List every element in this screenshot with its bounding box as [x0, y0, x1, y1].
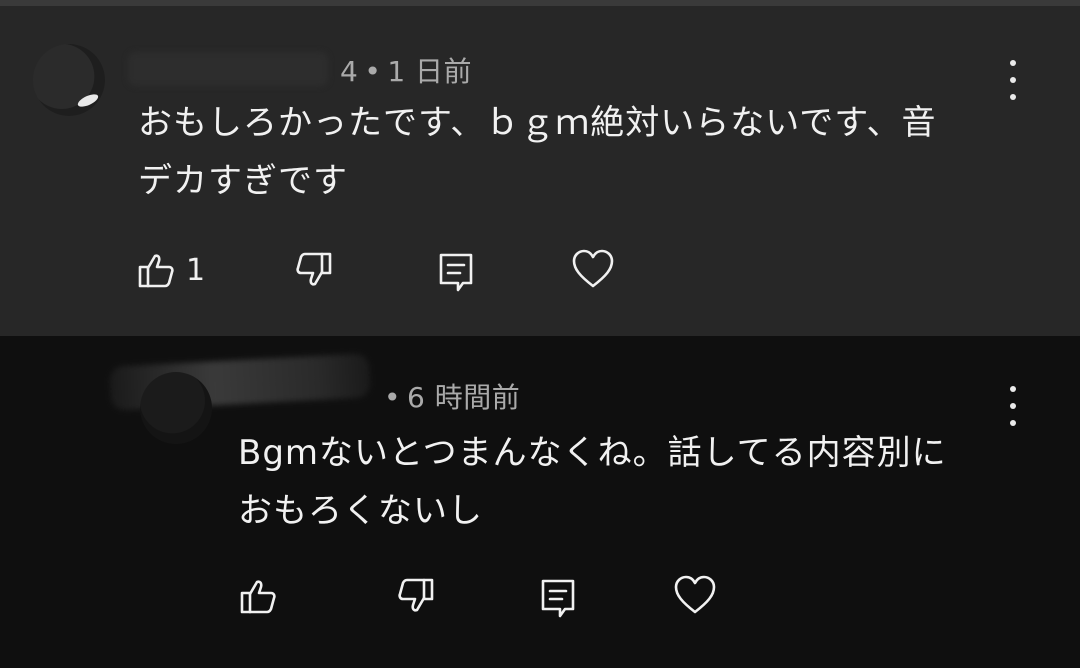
comment-text-line: おもしろかったです、ｂｇｍ絶対いらないです、音 — [138, 103, 937, 143]
thumbs-down-icon — [296, 252, 332, 286]
comment-text-line: おもろくないし — [238, 491, 483, 531]
comment-item: 4 • 1 日前 おもしろかったです、ｂｇｍ絶対いらないです、音 デカすぎです 1 — [0, 6, 1080, 336]
reply-button[interactable] — [538, 576, 578, 620]
more-vert-icon[interactable] — [1001, 60, 1025, 100]
blurred-username — [128, 52, 328, 86]
avatar[interactable] — [33, 44, 105, 116]
comment-meta: • 6 時間前 — [378, 376, 520, 416]
dislike-button[interactable] — [396, 576, 436, 616]
heart-icon — [572, 249, 614, 288]
like-button[interactable] — [238, 576, 278, 616]
thumbs-up-icon — [138, 254, 174, 288]
separator-dot: • — [364, 55, 382, 88]
comment-meta: 4 • 1 日前 — [340, 50, 472, 90]
heart-icon — [674, 575, 716, 614]
separator-dot: • — [384, 381, 402, 414]
like-count: 1 — [186, 252, 206, 288]
like-button[interactable]: 1 — [136, 250, 205, 290]
thumbs-down-icon — [398, 578, 434, 612]
comment-text: Bgmないとつまんなくね。話してる内容別に おもろくないし — [238, 424, 1038, 540]
more-vert-icon[interactable] — [1001, 386, 1025, 426]
reply-button[interactable] — [436, 250, 476, 294]
username-suffix: 4 — [340, 55, 359, 88]
comment-text-line: デカすぎです — [138, 161, 348, 201]
comment-time[interactable]: 1 日前 — [387, 55, 472, 88]
comment-time[interactable]: 6 時間前 — [407, 381, 520, 414]
reply-item: • 6 時間前 Bgmないとつまんなくね。話してる内容別に おもろくないし — [0, 336, 1080, 668]
thumbs-up-icon — [240, 580, 276, 614]
reply-icon — [439, 253, 473, 292]
avatar[interactable] — [140, 372, 212, 444]
dislike-button[interactable] — [294, 250, 334, 290]
comment-text: おもしろかったです、ｂｇｍ絶対いらないです、音 デカすぎです — [138, 94, 1038, 210]
heart-button[interactable] — [672, 572, 718, 618]
comment-text-line: Bgmないとつまんなくね。話してる内容別に — [238, 433, 947, 473]
reply-icon — [541, 579, 575, 618]
heart-button[interactable] — [570, 246, 616, 292]
